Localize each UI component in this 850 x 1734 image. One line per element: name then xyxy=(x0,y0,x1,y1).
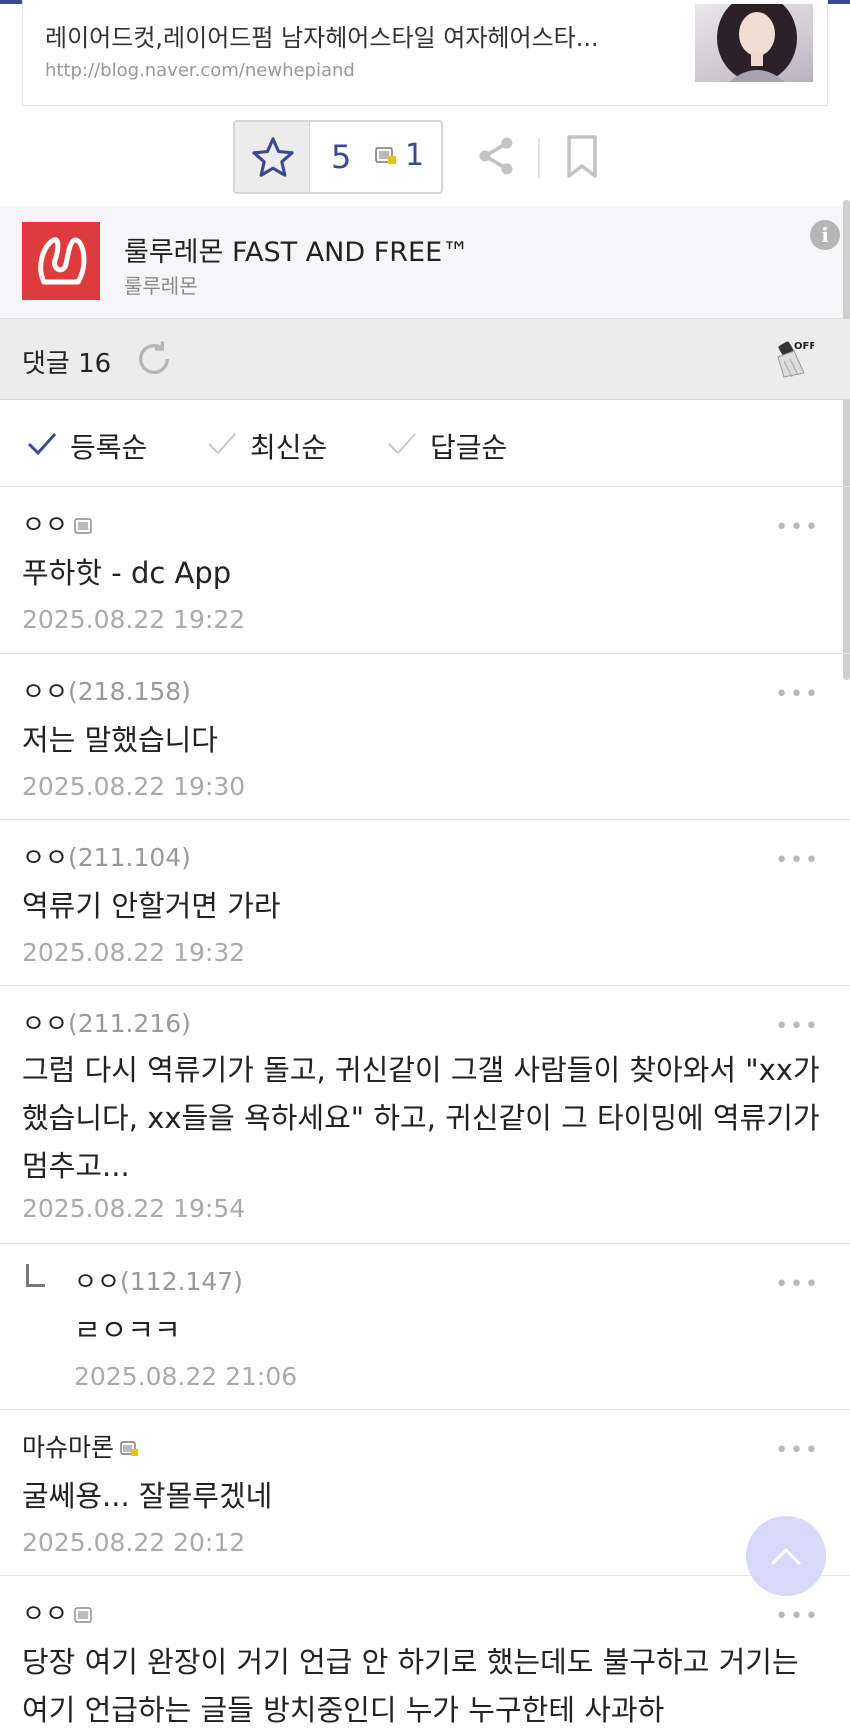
author-ip: (211.104) xyxy=(68,843,191,872)
more-options-icon[interactable]: ••• xyxy=(775,515,820,540)
sort-options: 등록순 최신순 답글순 xyxy=(0,400,850,487)
comment-date: 2025.08.22 19:54 xyxy=(22,1194,246,1223)
reply-item: ㅇㅇ(112.147) ㄹㅇㅋㅋ 2025.08.22 21:06 ••• xyxy=(0,1244,850,1410)
comment-count-label: 댓글 16 xyxy=(22,349,112,379)
ad-banner[interactable]: 룰루레몬 FAST AND FREE™ 룰루레몬 i xyxy=(0,206,850,319)
link-preview-card[interactable]: 레이어드컷,레이어드펌 남자헤어스타일 여자헤어스타... http://blo… xyxy=(22,0,828,106)
fixed-member-icon xyxy=(375,147,396,164)
share-icon[interactable] xyxy=(474,134,518,178)
comment-body: 굴쎄용... 잘몰루겠네 xyxy=(22,1479,273,1513)
ad-brand: 룰루레몬 xyxy=(124,274,198,298)
fixed-member-icon xyxy=(120,1441,139,1456)
scroll-to-top-button[interactable] xyxy=(746,1516,826,1596)
app-user-icon xyxy=(74,518,92,534)
comment-date: 2025.08.22 19:32 xyxy=(22,938,246,967)
comment-author[interactable]: ㅇㅇ(211.216) xyxy=(22,1004,191,1040)
lululemon-logo xyxy=(22,222,100,300)
toolbar-divider xyxy=(538,138,540,178)
reply-arrow-icon xyxy=(26,1264,45,1287)
comment-author[interactable]: ㅇㅇ xyxy=(22,505,92,541)
image-filter-off-icon[interactable]: OFF xyxy=(770,337,814,381)
author-ip: (112.147) xyxy=(120,1267,243,1296)
comment-item: 마슈마론 굴쎄용... 잘몰루겠네 2025.08.22 20:12 ••• xyxy=(0,1410,850,1576)
author-name: ㅇㅇ xyxy=(22,677,69,706)
fixed-recommend-count: 1 xyxy=(405,138,425,173)
svg-text:OFF: OFF xyxy=(794,341,814,352)
more-options-icon[interactable]: ••• xyxy=(775,1014,820,1039)
comment-author[interactable]: 마슈마론 xyxy=(22,1428,139,1464)
refresh-icon[interactable] xyxy=(134,339,174,379)
comment-date: 2025.08.22 19:22 xyxy=(22,605,246,634)
comment-author[interactable]: ㅇㅇ xyxy=(22,1594,92,1630)
link-title: 레이어드컷,레이어드펌 남자헤어스타일 여자헤어스타... xyxy=(45,24,599,52)
sort-option-label: 등록순 xyxy=(70,431,148,464)
recommend-button[interactable] xyxy=(235,122,310,192)
comment-body: 저는 말했습니다 xyxy=(22,723,218,757)
comment-body: ㄹㅇㅋㅋ xyxy=(74,1313,181,1347)
ad-title: 룰루레몬 FAST AND FREE™ xyxy=(124,237,470,268)
comment-item: ㅇㅇ 당장 여기 완장이 거기 언급 안 하기로 했는데도 불구하고 거기는 여… xyxy=(0,1576,850,1727)
sort-option-label: 답글순 xyxy=(430,431,508,464)
star-icon xyxy=(252,137,294,177)
comment-author[interactable]: ㅇㅇ(211.104) xyxy=(22,838,191,874)
author-name: 마슈마론 xyxy=(22,1433,115,1462)
author-name: ㅇㅇ xyxy=(22,843,69,872)
comment-item: ㅇㅇ 푸하핫 - dc App 2025.08.22 19:22 ••• xyxy=(0,487,850,654)
more-options-icon[interactable]: ••• xyxy=(775,848,820,873)
author-name: ㅇㅇ xyxy=(22,1009,69,1038)
author-name: ㅇㅇ xyxy=(74,1267,121,1296)
comment-item: ㅇㅇ(211.216) 그럼 다시 역류기가 돌고, 귀신같이 그갤 사람들이 … xyxy=(0,986,850,1244)
comment-body: 역류기 안할거면 가라 xyxy=(22,889,281,923)
author-ip: (211.216) xyxy=(68,1009,191,1038)
check-icon xyxy=(27,432,57,456)
more-options-icon[interactable]: ••• xyxy=(775,1438,820,1463)
comment-item: ㅇㅇ(218.158) 저는 말했습니다 2025.08.22 19:30 ••… xyxy=(0,654,850,820)
comment-author[interactable]: ㅇㅇ(218.158) xyxy=(22,672,191,708)
author-name: ㅇㅇ xyxy=(22,1599,69,1628)
more-options-icon[interactable]: ••• xyxy=(775,1604,820,1629)
comment-date: 2025.08.22 19:30 xyxy=(22,772,246,801)
bookmark-icon[interactable] xyxy=(566,134,598,180)
more-options-icon[interactable]: ••• xyxy=(775,682,820,707)
comment-date: 2025.08.22 20:12 xyxy=(22,1528,246,1557)
author-name: ㅇㅇ xyxy=(22,510,69,539)
comment-body: 푸하핫 - dc App xyxy=(22,556,232,590)
comment-item: ㅇㅇ(211.104) 역류기 안할거면 가라 2025.08.22 19:32… xyxy=(0,820,850,986)
check-icon xyxy=(208,433,236,455)
check-icon xyxy=(388,433,416,455)
comment-body: 그럼 다시 역류기가 돌고, 귀신같이 그갤 사람들이 찾아와서 "xx가 했습… xyxy=(22,1053,820,1183)
more-options-icon[interactable]: ••• xyxy=(775,1272,820,1297)
link-url: http://blog.naver.com/newhepiand xyxy=(45,60,355,81)
recommend-box: 5 1 xyxy=(233,120,443,194)
app-user-icon xyxy=(74,1607,92,1623)
comment-author[interactable]: ㅇㅇ(112.147) xyxy=(74,1262,243,1298)
comment-header: 댓글 16 OFF xyxy=(0,319,850,400)
info-icon[interactable]: i xyxy=(810,220,840,250)
chevron-up-icon xyxy=(770,1547,802,1566)
author-ip: (218.158) xyxy=(68,677,191,706)
recommend-count: 5 xyxy=(331,138,352,176)
comment-date: 2025.08.22 21:06 xyxy=(74,1362,298,1391)
link-thumbnail-image xyxy=(695,4,813,82)
sort-option-label: 최신순 xyxy=(250,431,328,464)
